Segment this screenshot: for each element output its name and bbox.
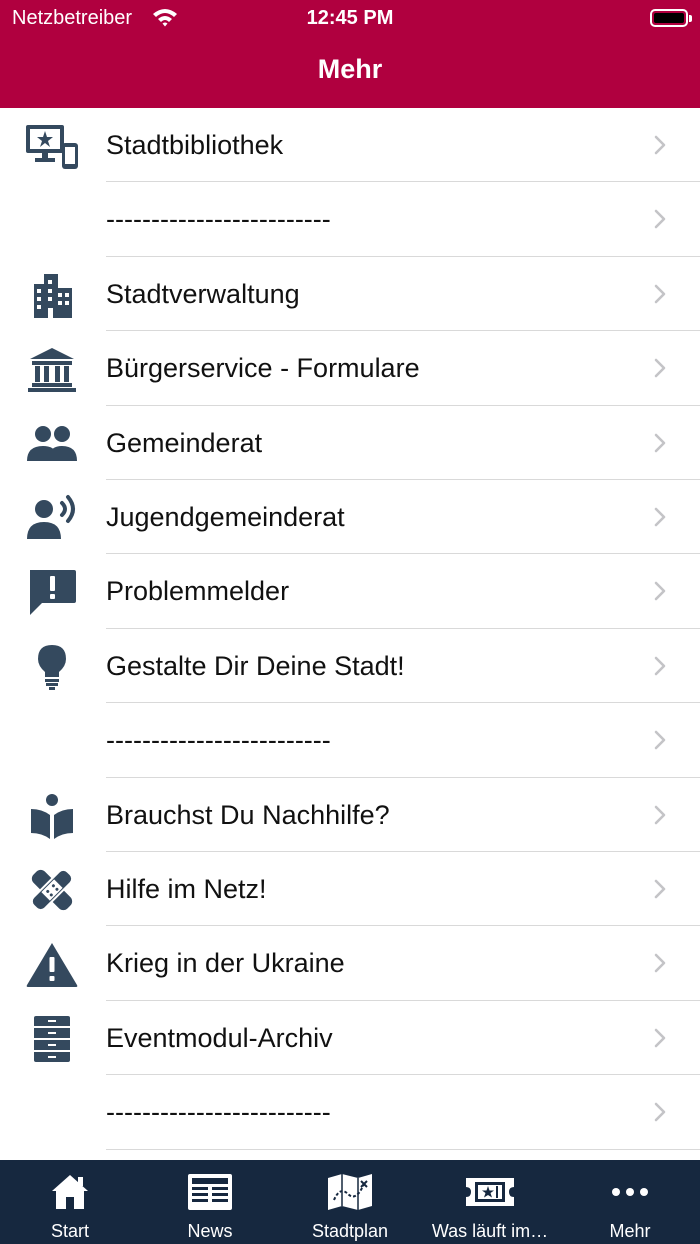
chevron-right-icon: [654, 433, 666, 452]
bank-institution-icon: [24, 344, 80, 394]
alert-comment-icon: [24, 567, 80, 617]
menu-item-label: -------------------------: [106, 1097, 331, 1128]
chevron-right-icon: [654, 879, 666, 899]
tab-was-laeuft[interactable]: Was läuft im…: [420, 1160, 560, 1244]
users-icon: [24, 419, 80, 469]
menu-item-label: -------------------------: [106, 725, 331, 756]
menu-item-label: -------------------------: [106, 204, 331, 235]
tab-start[interactable]: Start: [0, 1160, 140, 1244]
chevron-right-icon: [654, 1102, 666, 1122]
menu-item-label: Jugendgemeinderat: [106, 502, 345, 532]
menu-item-eventmodul-archiv[interactable]: Eventmodul-Archiv: [0, 1001, 700, 1076]
menu-item-separator[interactable]: -------------------------: [0, 703, 700, 778]
menu-item-nachhilfe[interactable]: Brauchst Du Nachhilfe?: [0, 778, 700, 852]
menu-item-hilfe-im-netz[interactable]: Hilfe im Netz!: [0, 852, 700, 927]
chevron-right-icon: [654, 656, 666, 676]
menu-item-label: Hilfe im Netz!: [106, 874, 267, 904]
more-dots-icon: [600, 1170, 660, 1214]
menu-item-label: Brauchst Du Nachhilfe?: [106, 799, 390, 830]
menu-item-buergerservice[interactable]: Bürgerservice - Formulare: [0, 331, 700, 406]
map-icon: [320, 1170, 380, 1214]
newspaper-icon: [180, 1170, 240, 1214]
chevron-right-icon: [654, 284, 666, 304]
chevron-right-icon: [654, 954, 666, 973]
chevron-right-icon: [654, 358, 666, 378]
tab-label: Stadtplan: [311, 1221, 389, 1241]
speaking-person-icon: [24, 493, 80, 543]
status-time: 12:45 PM: [306, 7, 394, 29]
tab-label: Start: [50, 1221, 89, 1241]
tab-label: Was läuft im…: [431, 1221, 549, 1241]
warning-triangle-icon: [24, 939, 80, 989]
menu-item-label: Bürgerservice - Formulare: [106, 353, 420, 384]
nav-header: Netzbetreiber 12:45 PM Mehr: [0, 0, 700, 108]
tab-news[interactable]: News: [140, 1160, 280, 1244]
menu-item-label: Stadtbibliothek: [106, 130, 284, 160]
lightbulb-icon: [24, 642, 80, 692]
archive-cabinet-icon: [24, 1014, 80, 1064]
chevron-right-icon: [654, 210, 666, 229]
menu-item-partial[interactable]: [0, 1150, 700, 1160]
menu-item-gemeinderat[interactable]: Gemeinderat: [0, 406, 700, 480]
status-bar: Netzbetreiber 12:45 PM: [0, 0, 700, 36]
chevron-right-icon: [654, 582, 666, 601]
tab-label: Mehr: [609, 1221, 651, 1241]
menu-item-label: Gemeinderat: [106, 427, 263, 458]
menu-item-label: Eventmodul-Archiv: [106, 1022, 333, 1053]
band-aid-icon: [24, 865, 80, 915]
battery-icon: [650, 9, 692, 27]
menu-item-stadtverwaltung[interactable]: Stadtverwaltung: [0, 257, 700, 332]
menu-item-separator[interactable]: -------------------------: [0, 1075, 700, 1150]
chevron-right-icon: [654, 1028, 666, 1048]
tab-mehr[interactable]: Mehr: [560, 1160, 700, 1244]
menu-item-stadtbibliothek[interactable]: Stadtbibliothek: [0, 108, 700, 183]
chevron-right-icon: [654, 135, 666, 155]
tab-label: News: [187, 1221, 233, 1241]
menu-item-label: Krieg in der Ukraine: [106, 948, 345, 979]
home-icon: [40, 1170, 100, 1214]
menu-item-label: Problemmelder: [106, 576, 290, 607]
menu-list: Stadtbibliothek ------------------------…: [0, 108, 700, 1160]
ticket-icon: [460, 1170, 520, 1214]
chevron-right-icon: [654, 805, 666, 824]
city-building-icon: [24, 270, 80, 320]
reader-book-icon: [24, 791, 80, 841]
tab-bar: Start News Stadtplan Was läuft im… Mehr: [0, 1160, 700, 1244]
menu-item-label: Stadtverwaltung: [106, 278, 300, 309]
chevron-right-icon: [654, 730, 666, 750]
menu-item-krieg-ukraine[interactable]: Krieg in der Ukraine: [0, 926, 700, 1001]
menu-item-separator[interactable]: -------------------------: [0, 182, 700, 257]
tab-stadtplan[interactable]: Stadtplan: [280, 1160, 420, 1244]
menu-item-jugendgemeinderat[interactable]: Jugendgemeinderat: [0, 480, 700, 555]
menu-item-gestalte-stadt[interactable]: Gestalte Dir Deine Stadt!: [0, 629, 700, 704]
chevron-right-icon: [654, 507, 666, 527]
menu-item-problemmelder[interactable]: Problemmelder: [0, 554, 700, 629]
library-devices-icon: [24, 121, 80, 171]
page-title: Mehr: [317, 54, 383, 84]
menu-item-label: Gestalte Dir Deine Stadt!: [106, 650, 405, 681]
